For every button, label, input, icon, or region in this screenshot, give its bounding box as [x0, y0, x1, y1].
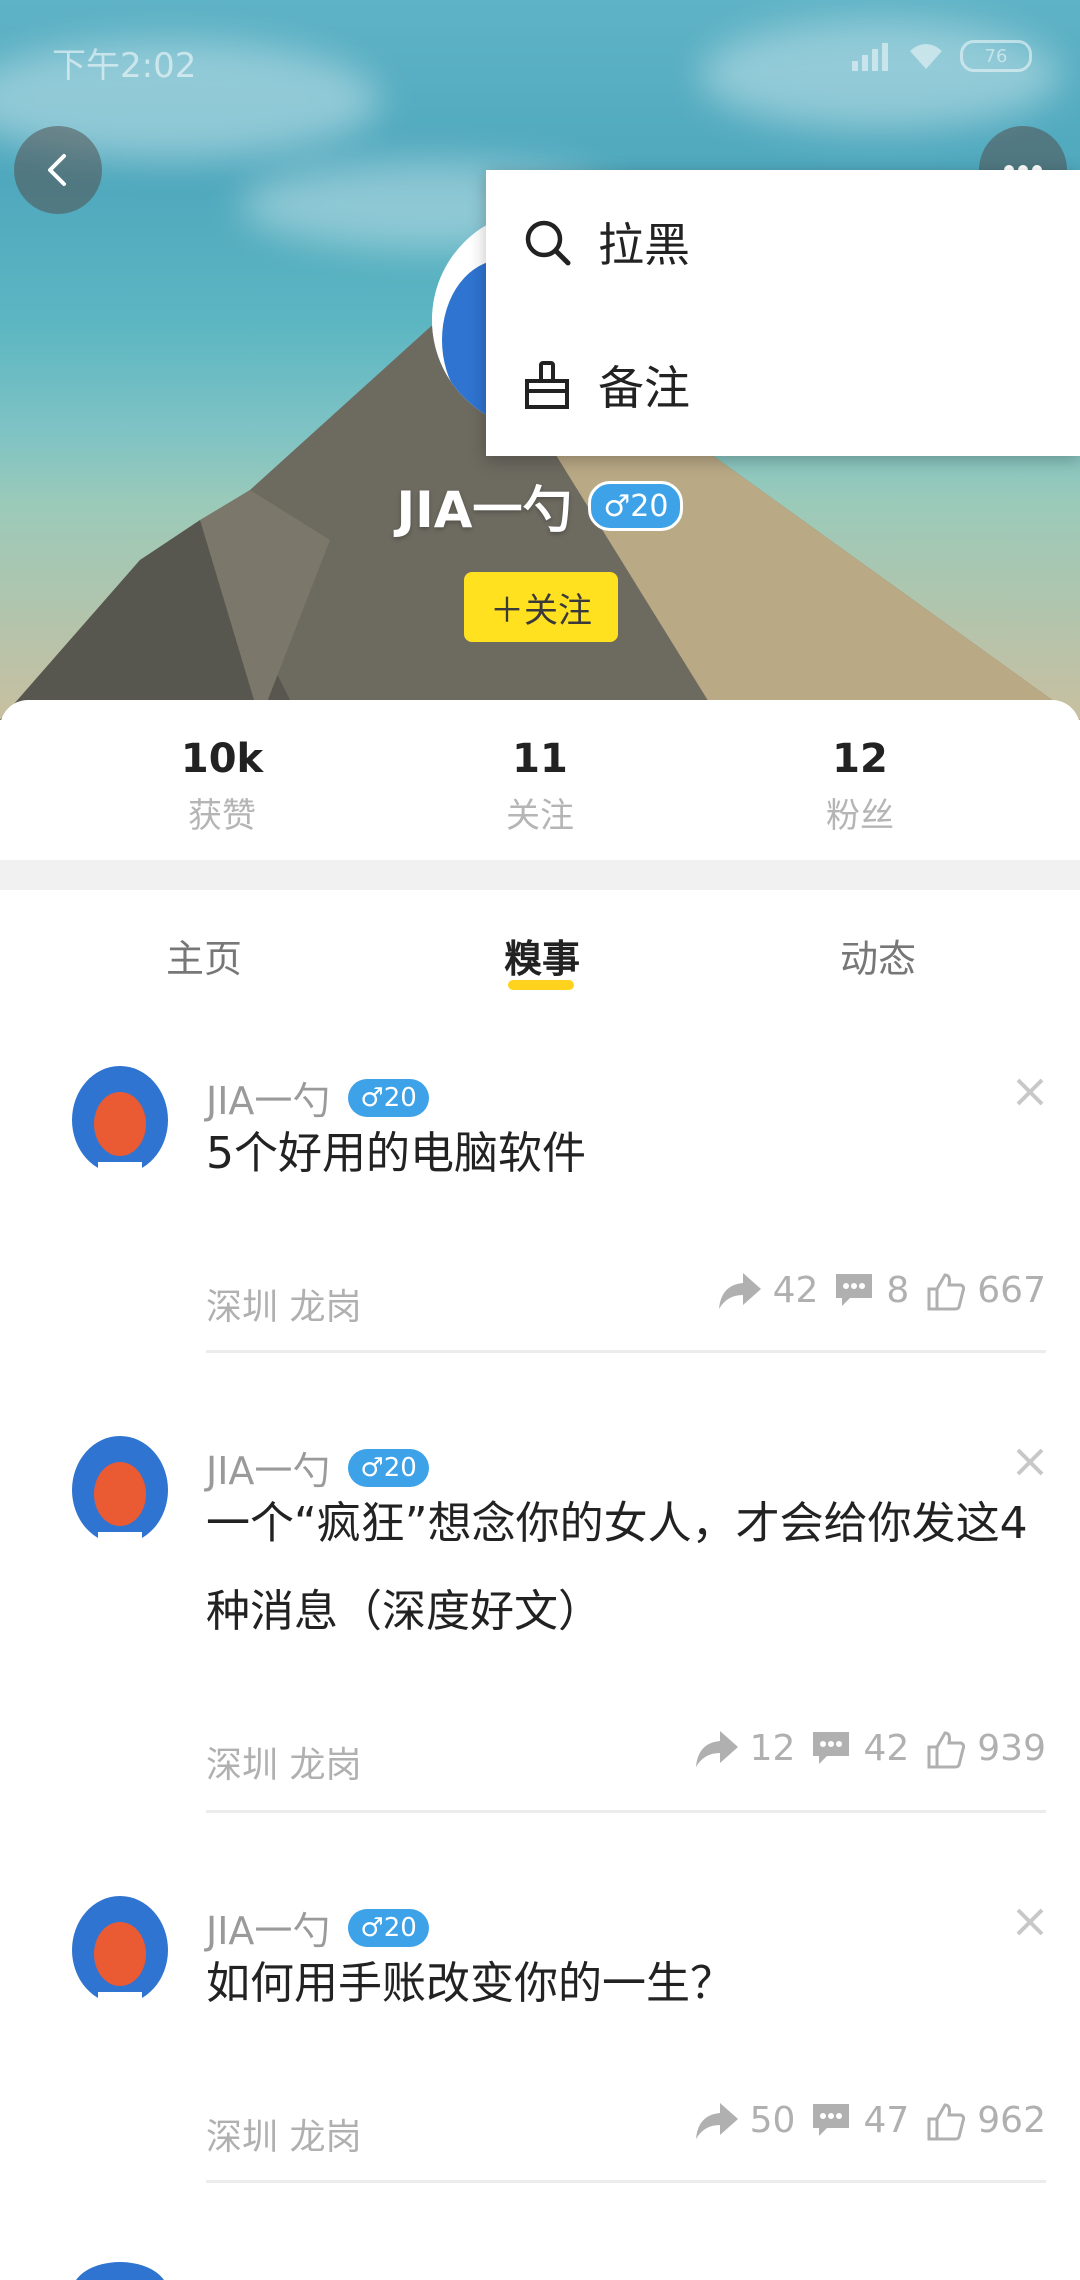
post-divider — [206, 2180, 1046, 2183]
close-icon[interactable] — [1010, 1902, 1050, 1942]
status-bar: 下午2:02 76 — [0, 0, 1080, 120]
comment-action[interactable]: 8 — [834, 1270, 909, 1311]
post-avatar[interactable] — [68, 1066, 172, 1180]
tab-activity[interactable]: 动态 — [758, 928, 998, 983]
like-action[interactable]: 962 — [925, 2100, 1046, 2141]
comment-icon — [813, 1731, 850, 1764]
like-count: 962 — [977, 2100, 1046, 2141]
menu-item-remark[interactable]: 备注 — [486, 313, 1080, 456]
post-item[interactable]: JIA一勺 ♂20 一个“疯狂”想念你的女人，才会给你发这4种消息（深度好文） … — [0, 1430, 1080, 1820]
share-count: 42 — [772, 1270, 819, 1311]
profile-stats: 10k 获赞 11 关注 12 粉丝 — [0, 700, 1080, 860]
post-avatar[interactable] — [68, 1896, 172, 2010]
post-meta: 深圳 龙岗 50 47 962 — [206, 2100, 1046, 2160]
follow-button[interactable]: ＋关注 — [464, 572, 618, 642]
post-item[interactable]: JIA一勺 ♂20 如何用手账改变你的一生？ 深圳 龙岗 50 47 962 — [0, 1890, 1080, 2190]
comment-action[interactable]: 47 — [811, 2100, 909, 2141]
stat-value: 12 — [832, 736, 888, 782]
thumbs-up-icon — [927, 1272, 966, 1310]
chevron-left-icon — [48, 154, 66, 186]
post-actions: 50 47 962 — [694, 2100, 1046, 2141]
menu-item-block[interactable]: 拉黑 — [486, 170, 1080, 313]
section-divider — [0, 860, 1080, 890]
menu-item-label: 备注 — [598, 360, 690, 415]
tab-stories[interactable]: 糗事 — [422, 928, 662, 983]
post-actions: 12 42 939 — [694, 1728, 1046, 1769]
post-location: 深圳 龙岗 — [206, 1287, 362, 1328]
share-action[interactable]: 42 — [717, 1270, 819, 1311]
stat-label: 关注 — [506, 796, 574, 836]
like-action[interactable]: 667 — [925, 1270, 1046, 1311]
like-count: 939 — [977, 1728, 1046, 1769]
comment-count: 42 — [863, 1728, 910, 1769]
active-tab-indicator — [508, 980, 574, 990]
battery-indicator: 76 — [960, 40, 1032, 72]
post-actions: 42 8 667 — [717, 1270, 1046, 1311]
options-popup-menu: 拉黑 备注 — [486, 170, 1080, 456]
post-avatar[interactable] — [68, 1436, 172, 1550]
stat-label: 获赞 — [188, 796, 256, 836]
post-divider — [206, 1350, 1046, 1353]
post-avatar[interactable] — [68, 2262, 172, 2280]
close-icon[interactable] — [1010, 1072, 1050, 1112]
like-action[interactable]: 939 — [925, 1728, 1046, 1769]
profile-tabs: 主页 糗事 动态 — [0, 890, 1080, 1010]
post-title[interactable]: 一个“疯狂”想念你的女人，才会给你发这4种消息（深度好文） — [206, 1480, 1046, 1656]
post-location: 深圳 龙岗 — [206, 2117, 362, 2158]
comment-count: 47 — [863, 2100, 910, 2141]
status-time: 下午2:02 — [52, 46, 197, 86]
close-icon[interactable] — [1010, 1442, 1050, 1482]
share-count: 50 — [749, 2100, 796, 2141]
status-icons: 76 — [852, 40, 1032, 72]
post-title[interactable]: 5个好用的电脑软件 — [206, 1110, 1046, 1198]
share-icon — [718, 1272, 761, 1309]
stat-value: 10k — [180, 736, 264, 782]
comment-icon — [813, 2103, 850, 2136]
post-title[interactable]: 如何用手账改变你的一生？ — [206, 1940, 1046, 2028]
stat-likes[interactable]: 10k 获赞 — [122, 736, 322, 837]
thumbs-up-icon — [927, 2102, 966, 2140]
post-location: 深圳 龙岗 — [206, 1745, 362, 1786]
share-count: 12 — [749, 1728, 796, 1769]
share-action[interactable]: 50 — [694, 2100, 796, 2141]
post-meta: 深圳 龙岗 42 8 667 — [206, 1270, 1046, 1330]
post-item[interactable]: JIA一勺 ♂20 5个好用的电脑软件 深圳 龙岗 42 8 667 — [0, 1060, 1080, 1360]
like-count: 667 — [977, 1270, 1046, 1311]
tab-home[interactable]: 主页 — [84, 928, 324, 983]
comment-count: 8 — [886, 1270, 910, 1311]
stat-label: 粉丝 — [826, 796, 894, 836]
post-meta: 深圳 龙岗 12 42 939 — [206, 1728, 1046, 1788]
comment-action[interactable]: 42 — [811, 1728, 909, 1769]
thumbs-up-icon — [927, 1730, 966, 1768]
share-action[interactable]: 12 — [694, 1728, 796, 1769]
profile-name: JIA一勺 — [396, 481, 573, 539]
gender-age-badge: ♂20 — [588, 481, 684, 531]
search-icon — [520, 215, 574, 269]
profile-name-row: JIA一勺 ♂20 — [0, 470, 1080, 542]
signal-icon — [852, 43, 888, 71]
share-icon — [695, 1730, 738, 1767]
stat-value: 11 — [512, 736, 568, 782]
comment-icon — [836, 1273, 873, 1306]
back-button[interactable] — [14, 126, 102, 214]
menu-item-label: 拉黑 — [598, 217, 690, 272]
broom-icon — [520, 358, 574, 412]
share-icon — [695, 2102, 738, 2139]
stat-following[interactable]: 11 关注 — [440, 736, 640, 837]
post-divider — [206, 1810, 1046, 1813]
stat-followers[interactable]: 12 粉丝 — [760, 736, 960, 837]
wifi-icon — [910, 44, 942, 69]
